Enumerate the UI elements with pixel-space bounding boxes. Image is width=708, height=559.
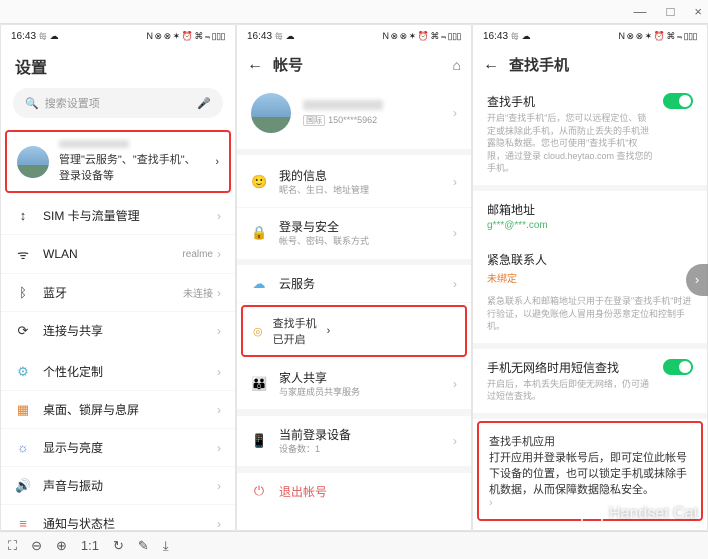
lock-icon: 🔒	[251, 225, 267, 241]
contact-note: 紧急联系人和邮箱地址只用于在登录"查找手机"时进行验证，以避免账他人冒用身份恶意…	[487, 295, 693, 333]
header-title: 查找手机	[509, 54, 569, 75]
find-phone-toggle[interactable]	[663, 93, 693, 109]
rotate-button[interactable]: ↻	[113, 538, 124, 554]
zoom-out-button[interactable]: ⊖	[31, 538, 42, 554]
personalize-icon: ⚙	[15, 364, 31, 380]
account-row-highlighted[interactable]: 管理"云服务"、"查找手机"、登录设备等 ›	[5, 130, 231, 193]
row-desktop-lock[interactable]: ▦桌面、锁屏与息屏›	[1, 391, 235, 429]
sms-find-toggle[interactable]	[663, 359, 693, 375]
family-icon: 👪	[251, 376, 267, 392]
edit-button[interactable]: ✎	[138, 538, 149, 554]
screenshot-find-phone: 16:43 每 ☁ N ⊗ ⊗ ✶ ⏰ ⌘ ⫬ ▯▯▯ ← 查找手机 查找手机 …	[472, 24, 708, 531]
status-bar: 16:43 每 ☁ N ⊗ ⊗ ✶ ⏰ ⌘ ⫬ ▯▯▯	[473, 25, 707, 48]
device-icon: 📱	[251, 433, 267, 449]
row-notification[interactable]: ≡通知与状态栏›	[1, 505, 235, 531]
sim-icon: ↕	[15, 208, 31, 223]
window-minimize[interactable]: —	[634, 4, 647, 19]
account-header[interactable]: 国际 150****5962 ›	[237, 83, 471, 149]
row-wlan[interactable]: ᯤWLANrealme›	[1, 235, 235, 274]
cat-icon	[581, 503, 603, 525]
row-devices[interactable]: 📱当前登录设备设备数：1›	[237, 416, 471, 467]
row-sms-find: 手机无网络时用短信查找 开启后，本机丢失后即使无网络，仍可通过短信查找。	[473, 349, 707, 413]
window-close[interactable]: ×	[694, 4, 702, 19]
row-family-share[interactable]: 👪家人共享与家庭成员共享服务›	[237, 359, 471, 410]
account-sub: 管理"云服务"、"查找手机"、登录设备等	[59, 151, 205, 183]
screenshot-settings: 16:43 每 ☁ N ⊗ ⊗ ✶ ⏰ ⌘ ⫬ ▯▯▯ 设置 🔍 搜索设置项 🎤…	[0, 24, 236, 531]
share-icon: ⟳	[15, 323, 31, 339]
search-icon: 🔍	[25, 97, 39, 110]
scan-icon[interactable]: ⌂	[453, 57, 461, 73]
avatar	[251, 93, 291, 133]
row-connect-share[interactable]: ⟳连接与共享›	[1, 312, 235, 349]
mic-icon[interactable]: 🎤	[197, 97, 211, 110]
phone-masked: 150****5962	[328, 115, 377, 125]
sound-icon: 🔊	[15, 478, 31, 494]
actual-size-button[interactable]: 1:1	[81, 538, 99, 553]
logout-icon: ⏻	[251, 483, 267, 499]
row-sound[interactable]: 🔊声音与振动›	[1, 467, 235, 505]
row-my-info[interactable]: 🙂我的信息昵名、生日、地址管理›	[237, 157, 471, 208]
window-maximize[interactable]: □	[667, 4, 675, 19]
chevron-right-icon: ›	[215, 156, 219, 168]
screenshot-account: 16:43 每 ☁ N ⊗ ⊗ ✶ ⏰ ⌘ ⫬ ▯▯▯ ← 帐号 ⌂ 国际 15…	[236, 24, 472, 531]
row-sim[interactable]: ↕SIM 卡与流量管理›	[1, 197, 235, 235]
desktop-icon: ▦	[15, 402, 31, 418]
status-bar: 16:43 每 ☁ N ⊗ ⊗ ✶ ⏰ ⌘ ⫬ ▯▯▯	[237, 25, 471, 48]
search-input[interactable]: 🔍 搜索设置项 🎤	[13, 88, 223, 118]
gallery-next-button[interactable]: ›	[686, 264, 708, 296]
row-emergency-contact[interactable]: 紧急联系人 未绑定	[473, 241, 707, 295]
row-personalize[interactable]: ⚙个性化定制›	[1, 353, 235, 391]
find-phone-toggle-row: 查找手机 开启"查找手机"后，您可以远程定位、锁定或抹除此手机，从而防止丢失的手…	[473, 83, 707, 185]
row-bluetooth[interactable]: ᛒ蓝牙未连接›	[1, 274, 235, 312]
row-logout[interactable]: ⏻退出帐号	[237, 473, 471, 510]
download-button[interactable]: ⤓	[163, 538, 169, 554]
watermark: Handset Cat	[581, 503, 698, 525]
back-button[interactable]: ←	[247, 56, 263, 74]
avatar	[17, 146, 49, 178]
bluetooth-icon: ᛒ	[15, 285, 31, 300]
zoom-in-button[interactable]: ⊕	[56, 538, 67, 554]
row-display[interactable]: ☼显示与亮度›	[1, 429, 235, 467]
fit-button[interactable]: ⛶	[8, 538, 17, 554]
find-phone-icon: ◎	[253, 325, 263, 338]
profile-icon: 🙂	[251, 174, 267, 190]
row-cloud[interactable]: ☁云服务›	[237, 265, 471, 303]
notification-icon: ≡	[15, 516, 31, 531]
row-login-security[interactable]: 🔒登录与安全帐号、密码、联系方式›	[237, 208, 471, 258]
window-chrome: — □ ×	[0, 0, 708, 24]
header-title: 帐号	[273, 54, 303, 75]
page-title: 设置	[1, 48, 235, 88]
wifi-icon: ᯤ	[15, 245, 31, 263]
row-email[interactable]: 邮箱地址 g***@***.com	[473, 191, 707, 241]
row-find-phone-highlighted[interactable]: ◎ 查找手机已开启 ›	[241, 305, 467, 357]
status-bar: 16:43 每 ☁ N ⊗ ⊗ ✶ ⏰ ⌘ ⫬ ▯▯▯	[1, 25, 235, 48]
back-button[interactable]: ←	[483, 56, 499, 74]
viewer-toolbar: ⛶ ⊖ ⊕ 1:1 ↻ ✎ ⤓	[0, 531, 708, 559]
brightness-icon: ☼	[15, 440, 31, 455]
cloud-icon: ☁	[251, 276, 267, 292]
